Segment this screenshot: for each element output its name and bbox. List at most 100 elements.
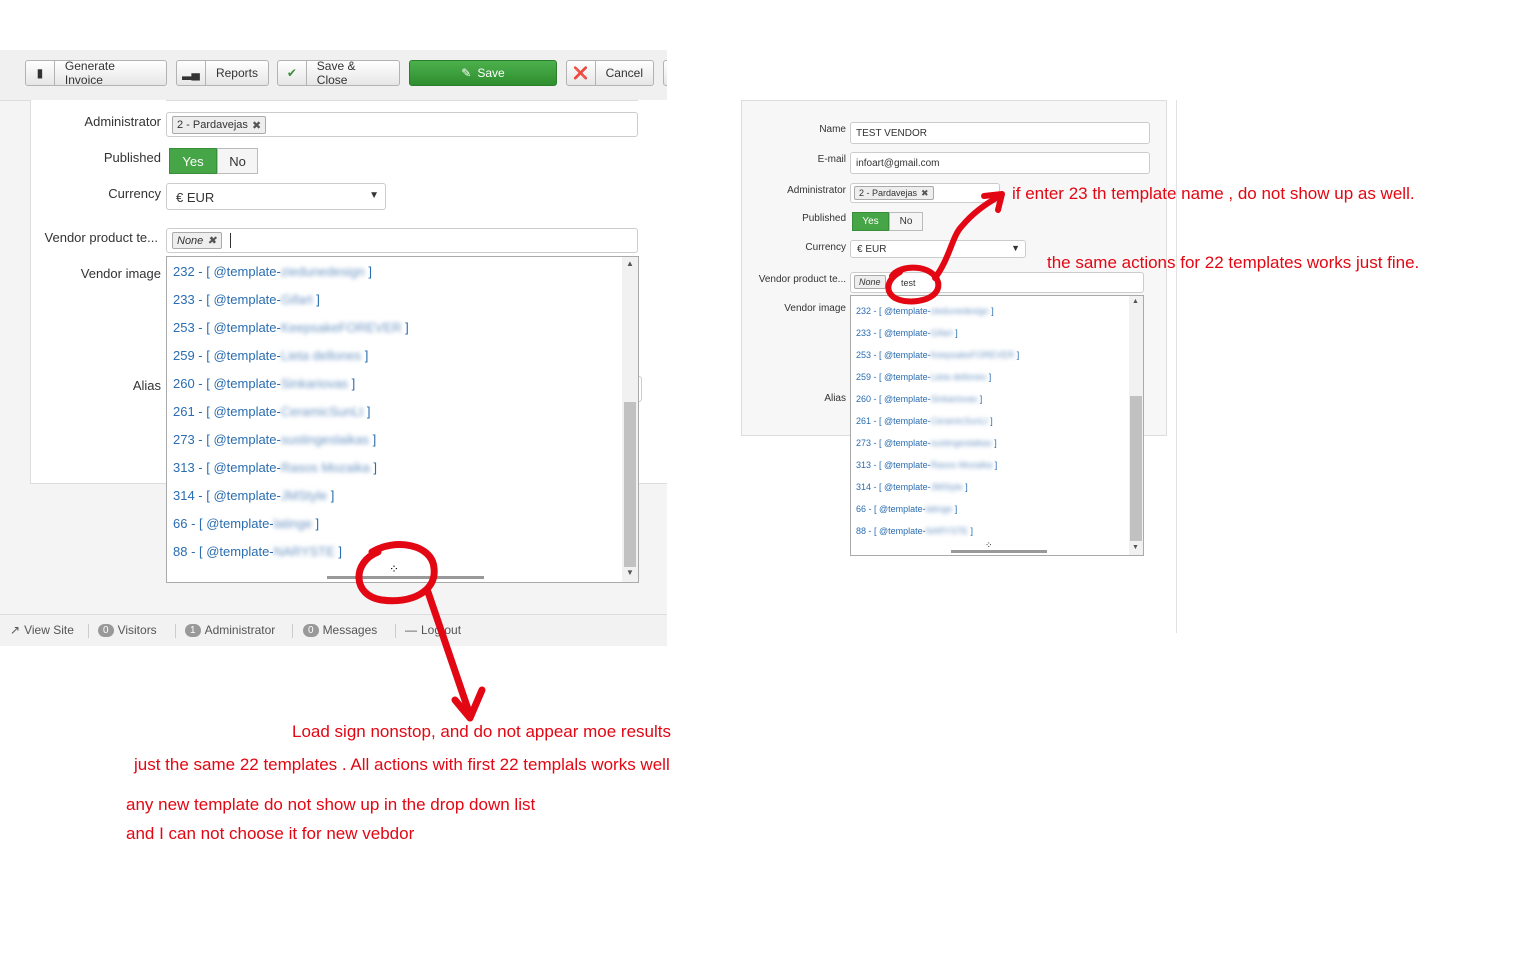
administrator-field[interactable]: 2 - Pardavejas ✖ (166, 112, 638, 137)
published-no-button[interactable]: No (889, 212, 923, 231)
scroll-up-icon[interactable]: ▲ (626, 259, 634, 268)
list-item[interactable]: 253 - [ @template-KeepsakeFOREVER ] (856, 350, 1019, 360)
vendor-image-label: Vendor image (784, 303, 846, 314)
option-suffix: ] (986, 372, 992, 382)
list-item[interactable]: 261 - [ @template-CeramicSunLt ] (856, 416, 993, 426)
option-blurred-name: Rasos Mozaika (930, 460, 993, 470)
remove-icon[interactable]: ✖ (207, 234, 216, 247)
option-blurred-name: latinge (273, 516, 312, 531)
list-item[interactable]: 260 - [ @template-Sinkariovas ] (856, 394, 982, 404)
scroll-down-icon[interactable]: ▼ (626, 568, 634, 577)
list-item[interactable]: 313 - [ @template-Rasos Mozaika ] (856, 460, 997, 470)
loading-bar (951, 550, 1047, 553)
annotation-text: any new template do not show up in the d… (126, 795, 536, 814)
name-label: Name (819, 124, 846, 135)
template-dropdown[interactable]: 232 - [ @template-ziedunedesign ] 233 - [… (850, 295, 1144, 556)
list-item[interactable]: 314 - [ @template-JMStyle ] (173, 488, 334, 503)
administrator-item[interactable]: 1 Administrator (185, 623, 275, 637)
remove-icon[interactable]: ✖ (921, 188, 929, 199)
currency-select[interactable]: € EUR ▼ (850, 240, 1026, 258)
published-yes-button[interactable]: Yes (852, 212, 889, 231)
list-item[interactable]: 259 - [ @template-Lieta dellones ] (856, 372, 991, 382)
list-item[interactable]: 314 - [ @template-JMStyle ] (856, 482, 968, 492)
left-screenshot: ▮ Generate Invoice ▂▄ Reports ✔ Save & C… (0, 50, 667, 646)
template-chip[interactable]: None ✖ (172, 232, 222, 249)
list-item[interactable]: 233 - [ @template-Gifart ] (173, 292, 320, 307)
vendor-template-field[interactable]: None test (850, 272, 1144, 293)
list-item[interactable]: 88 - [ @template-NARYSTE ] (856, 526, 973, 536)
list-item[interactable]: 261 - [ @template-CeramicSunLt ] (173, 404, 370, 419)
published-no-button[interactable]: No (217, 148, 258, 174)
visitors-badge: 0 (98, 623, 114, 637)
dropdown-scrollbar[interactable]: ▲ ▼ (1129, 296, 1143, 555)
list-item[interactable]: 313 - [ @template-Rasos Mozaika ] (173, 460, 377, 475)
option-blurred-name: KeepsakeFOREVER (930, 350, 1015, 360)
reports-button[interactable]: ▂▄ Reports (176, 60, 269, 86)
email-input[interactable]: infoart@gmail.com (850, 152, 1150, 174)
list-item[interactable]: 273 - [ @template-sustingeslaikas ] (173, 432, 376, 447)
divider (395, 624, 396, 638)
name-input[interactable]: TEST VENDOR (850, 122, 1150, 144)
option-prefix: 66 - [ @template- (856, 504, 926, 514)
list-item[interactable]: 253 - [ @template-KeepsakeFOREVER ] (173, 320, 409, 335)
template-dropdown[interactable]: 232 - [ @template-ziedunedesign ] 233 - [… (166, 256, 639, 583)
scroll-up-icon[interactable]: ▲ (1132, 298, 1139, 305)
list-item[interactable]: 66 - [ @template-latinge ] (856, 504, 957, 514)
save-close-button[interactable]: ✔ Save & Close (277, 59, 400, 87)
right-screenshot: Name TEST VENDOR E-mail infoart@gmail.co… (724, 100, 1204, 633)
option-suffix: ] (977, 394, 983, 404)
save-button[interactable]: ✎ Save (409, 60, 557, 86)
option-blurred-name: latinge (925, 504, 953, 514)
email-label: E-mail (817, 154, 846, 165)
generate-invoice-button[interactable]: ▮ Generate Invoice (25, 59, 167, 87)
option-prefix: 233 - [ @template- (856, 328, 931, 338)
option-suffix: ] (1014, 350, 1020, 360)
option-prefix: 232 - [ @template- (856, 306, 931, 316)
remove-icon[interactable]: ✖ (252, 119, 261, 132)
option-prefix: 259 - [ @template- (856, 372, 931, 382)
list-item[interactable]: 233 - [ @template-Gifart ] (856, 328, 958, 338)
administrator-field[interactable]: 2 - Pardavejas ✖ (850, 183, 1000, 203)
messages-item[interactable]: 0 Messages (303, 623, 377, 637)
list-item[interactable]: 259 - [ @template-Lieta dellones ] (173, 348, 368, 363)
visitors-item[interactable]: 0 Visitors (98, 623, 157, 637)
view-site-link[interactable]: ↗ View Site (10, 623, 74, 637)
option-suffix: ] (952, 328, 958, 338)
chevron-down-icon: ▼ (369, 190, 379, 201)
option-prefix: 88 - [ @template- (173, 544, 274, 559)
logout-link[interactable]: — Log out (405, 623, 461, 637)
dropdown-scrollbar[interactable]: ▲ ▼ (622, 257, 638, 582)
option-prefix: 260 - [ @template- (856, 394, 931, 404)
list-item[interactable]: 232 - [ @template-ziedunedesign ] (856, 306, 994, 316)
scroll-down-icon[interactable]: ▼ (1132, 544, 1139, 551)
list-item[interactable]: 273 - [ @template-sustingeslaikas ] (856, 438, 997, 448)
option-blurred-name: Lieta dellones (280, 348, 362, 363)
option-blurred-name: sustingeslaikas (280, 432, 370, 447)
list-item[interactable]: 66 - [ @template-latinge ] (173, 516, 319, 531)
option-blurred-name: Sinkariovas (930, 394, 978, 404)
scroll-thumb[interactable] (1130, 396, 1142, 541)
loading-spinner-icon: ⁘ (389, 562, 400, 576)
divider (1176, 100, 1177, 633)
option-blurred-name: CeramicSunLt (280, 404, 364, 419)
option-prefix: 273 - [ @template- (173, 432, 281, 447)
template-chip[interactable]: None (854, 275, 886, 289)
list-item[interactable]: 88 - [ @template-NARYSTE ] (173, 544, 342, 559)
scroll-thumb[interactable] (624, 402, 636, 567)
option-blurred-name: JMStyle (280, 488, 328, 503)
more-button[interactable] (663, 60, 667, 86)
administrator-chip[interactable]: 2 - Pardavejas ✖ (854, 186, 934, 200)
cancel-button[interactable]: ❌ Cancel (566, 60, 654, 86)
check-icon: ✔ (278, 61, 307, 85)
option-blurred-name: Gifart (930, 328, 953, 338)
currency-select[interactable]: € EUR ▼ (166, 183, 386, 210)
list-item[interactable]: 232 - [ @template-ziedunedesign ] (173, 264, 372, 279)
list-item[interactable]: 260 - [ @template-Sinkariovas ] (173, 376, 355, 391)
option-suffix: ] (364, 264, 372, 279)
administrator-chip[interactable]: 2 - Pardavejas ✖ (172, 116, 267, 134)
option-suffix: ] (968, 526, 974, 536)
option-suffix: ] (312, 292, 320, 307)
toolbar: ▮ Generate Invoice ▂▄ Reports ✔ Save & C… (0, 50, 667, 101)
vendor-template-field[interactable]: None ✖ (166, 228, 638, 253)
published-yes-button[interactable]: Yes (169, 148, 217, 174)
